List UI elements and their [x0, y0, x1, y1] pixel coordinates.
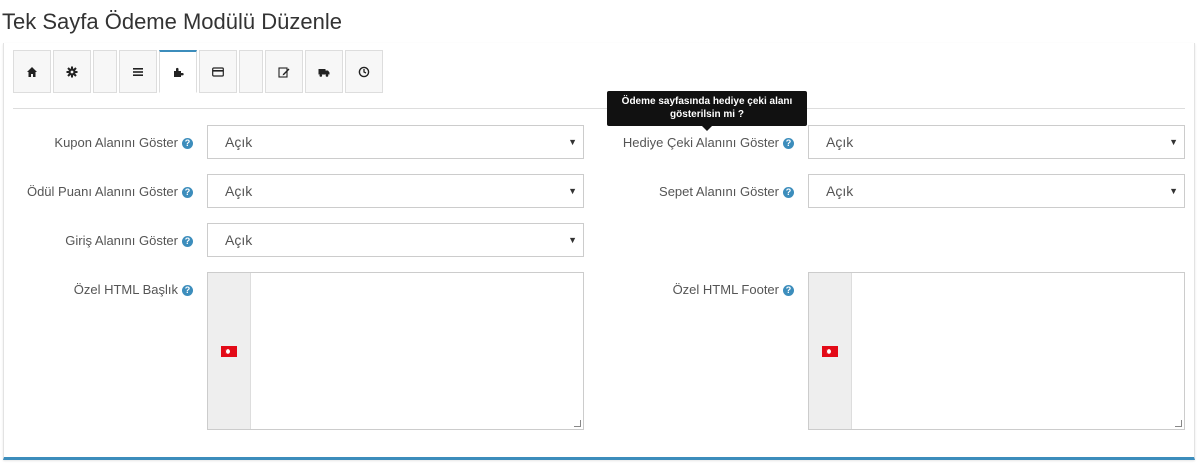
- cart-select[interactable]: Açık ▼: [808, 174, 1185, 208]
- coupon-field-label: Kupon Alanını Göster?: [54, 135, 193, 150]
- header-html-editor[interactable]: [207, 272, 584, 430]
- gift-select[interactable]: Açık ▼: [808, 125, 1185, 159]
- tab-settings[interactable]: [53, 50, 91, 93]
- gear-icon: [66, 66, 78, 77]
- tab-blank-1[interactable]: [93, 50, 117, 93]
- chevron-down-icon: ▼: [1169, 137, 1178, 147]
- language-gutter: [809, 273, 852, 429]
- resize-handle[interactable]: [1175, 420, 1182, 427]
- tab-blank-2[interactable]: [239, 50, 263, 93]
- chevron-down-icon: ▼: [568, 137, 577, 147]
- tab-divider: [13, 108, 1185, 109]
- turkish-flag-icon[interactable]: [221, 346, 237, 357]
- coupon-select[interactable]: Açık ▼: [207, 125, 584, 159]
- home-icon: [27, 66, 37, 77]
- reward-field-label: Ödül Puanı Alanını Göster?: [27, 184, 193, 199]
- header-html-label: Özel HTML Başlık?: [74, 282, 193, 297]
- chevron-down-icon: ▼: [568, 186, 577, 196]
- turkish-flag-icon[interactable]: [822, 346, 838, 357]
- help-icon[interactable]: ?: [182, 187, 193, 198]
- tab-payment[interactable]: [199, 50, 237, 93]
- tab-list[interactable]: [119, 50, 157, 93]
- help-icon[interactable]: ?: [182, 285, 193, 296]
- login-select[interactable]: Açık ▼: [207, 223, 584, 257]
- login-field-label: Giriş Alanını Göster?: [65, 233, 193, 248]
- tab-edit[interactable]: [265, 50, 303, 93]
- help-icon[interactable]: ?: [783, 285, 794, 296]
- tab-shipping[interactable]: [305, 50, 343, 93]
- help-icon[interactable]: ?: [783, 138, 794, 149]
- help-tooltip: Ödeme sayfasında hediye çeki alanı göste…: [607, 91, 807, 131]
- tab-modules[interactable]: [159, 50, 197, 93]
- truck-icon: [318, 68, 330, 77]
- chevron-down-icon: ▼: [1169, 186, 1178, 196]
- clock-icon: [358, 66, 370, 77]
- help-icon[interactable]: ?: [182, 138, 193, 149]
- tab-history[interactable]: [345, 50, 383, 93]
- puzzle-icon: [174, 67, 184, 77]
- chevron-down-icon: ▼: [568, 235, 577, 245]
- help-icon[interactable]: ?: [783, 187, 794, 198]
- gift-field-label: Hediye Çeki Alanını Göster?: [623, 135, 794, 150]
- edit-icon: [278, 66, 290, 78]
- reward-select[interactable]: Açık ▼: [207, 174, 584, 208]
- cart-field-label: Sepet Alanını Göster?: [659, 184, 794, 199]
- page-title: Tek Sayfa Ödeme Modülü Düzenle: [2, 9, 342, 34]
- help-icon[interactable]: ?: [182, 236, 193, 247]
- footer-html-editor[interactable]: [808, 272, 1185, 430]
- list-icon: [133, 67, 143, 76]
- credit-card-icon: [212, 66, 224, 77]
- resize-handle[interactable]: [574, 420, 581, 427]
- tab-bar: [13, 50, 385, 95]
- tab-home[interactable]: [13, 50, 51, 93]
- footer-html-label: Özel HTML Footer?: [673, 282, 794, 297]
- language-gutter: [208, 273, 251, 429]
